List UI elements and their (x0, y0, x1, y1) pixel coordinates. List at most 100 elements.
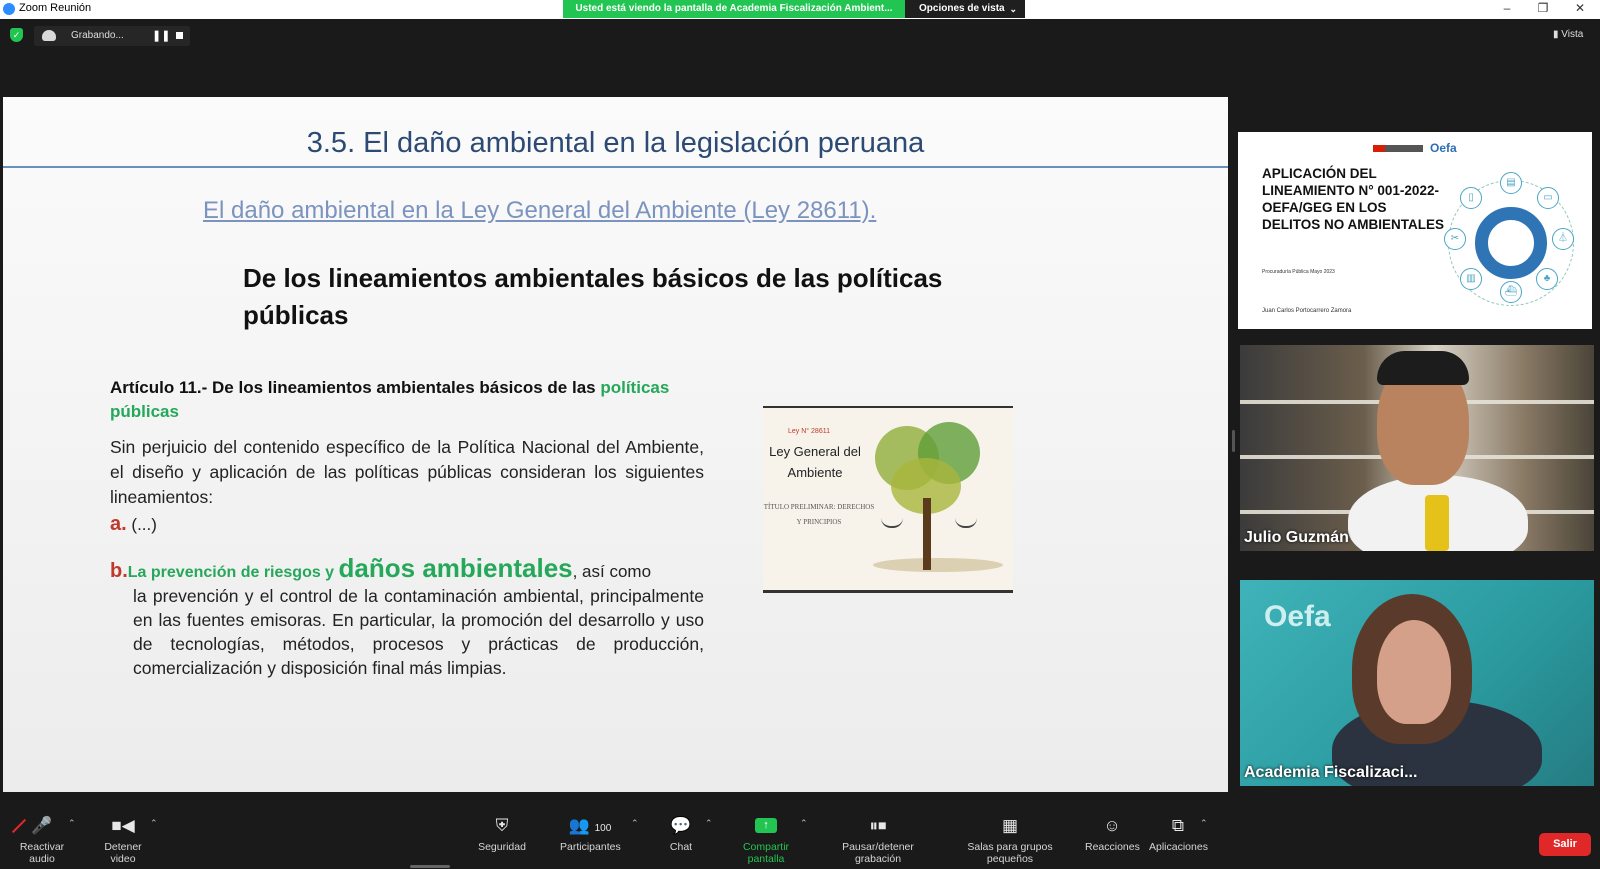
restore-button[interactable]: ❐ (1533, 1, 1553, 15)
law-title: Ley General del Ambiente (769, 444, 861, 480)
tower-icon: ⏃ (1552, 228, 1574, 250)
shield-icon: ⛨ (495, 816, 509, 835)
pause-recording-button[interactable]: ⏸⏹ Pausar/detener grabación (820, 816, 936, 865)
recording-indicator: Grabando... ❚❚ (34, 26, 190, 46)
tree-ground-shape (873, 558, 1003, 572)
share-screen-button[interactable]: ↑ Compartir pantalla (724, 816, 808, 865)
list-item-a: a. (...) (110, 513, 157, 536)
building-icon: ▤ (1500, 172, 1522, 194)
audio-options-chevron-icon[interactable]: ⌃ (68, 818, 76, 829)
slide-subtitle: El daño ambiental en la Ley General del … (203, 197, 877, 224)
article-title: Artículo 11.- De los lineamientos ambien… (110, 376, 710, 424)
deck-org: Procuraduría Pública Mayo 2023 (1262, 269, 1335, 275)
unmute-label: Reactivar audio (19, 841, 65, 865)
participants-icon: 👥 100 (568, 816, 612, 835)
item-b-letter: b. (110, 560, 128, 582)
security-button[interactable]: ⛨ Seguridad (478, 816, 526, 853)
tree-trunk-shape (923, 498, 931, 570)
breakout-rooms-label: Salas para grupos pequeños (967, 841, 1053, 865)
grid-icon: ▦ (1001, 816, 1019, 835)
apps-label: Aplicaciones (1149, 841, 1208, 853)
share-banner: Usted está viendo la pantalla de Academi… (563, 0, 905, 18)
list-item-b-body: la prevención y el control de la contami… (133, 586, 704, 678)
tools-icon: ✂ (1444, 228, 1466, 250)
reactions-button[interactable]: ☺ Reacciones (1085, 816, 1140, 853)
stop-video-label: Detener video (104, 841, 142, 865)
scale-pan-icon (881, 518, 903, 528)
peru-government-logo (1373, 145, 1423, 152)
view-button[interactable]: ▮ Vista (1553, 29, 1583, 40)
stop-video-button[interactable]: ■◀ Detener video (91, 816, 155, 865)
presentation-thumbnail[interactable]: Oefa APLICACIÓN DEL LINEAMIENTO N° 001-2… (1238, 132, 1592, 329)
chevron-down-icon: ⌄ (1009, 4, 1017, 14)
participants-button[interactable]: 👥 100 Participantes (560, 816, 621, 853)
law-book-cover-image: Ley N° 28611 Ley General del Ambiente TÍ… (763, 406, 1013, 593)
participants-options-chevron-icon[interactable]: ⌃ (631, 818, 639, 829)
shared-screen-slide: 3.5. El daño ambiental en la legislación… (3, 97, 1228, 792)
share-screen-label: Compartir pantalla (742, 841, 790, 865)
chat-label: Chat (669, 841, 693, 853)
leave-button[interactable]: Salir (1539, 833, 1591, 856)
reactions-label: Reacciones (1085, 841, 1140, 853)
pause-stop-icon: ⏸⏹ (869, 816, 887, 835)
item-a-text: (...) (131, 515, 157, 534)
share-options-chevron-icon[interactable]: ⌃ (800, 818, 808, 829)
video-camera-icon: ■◀ (111, 816, 135, 835)
breakout-rooms-button[interactable]: ▦ Salas para grupos pequeños (948, 816, 1072, 865)
factory-icon: ▥ (1460, 268, 1482, 290)
participant-name: Julio Guzmán (1244, 529, 1349, 546)
deck-title: APLICACIÓN DEL LINEAMIENTO N° 001-2022-O… (1262, 166, 1445, 232)
chat-button[interactable]: 💬 Chat (664, 816, 698, 853)
video-options-chevron-icon[interactable]: ⌃ (150, 818, 158, 829)
apps-icon: ⧉ (1171, 816, 1185, 835)
chat-options-chevron-icon[interactable]: ⌃ (705, 818, 713, 829)
slide-title: 3.5. El daño ambiental en la legislación… (306, 127, 925, 159)
unmute-button[interactable]: 🎤 Reactivar audio (8, 816, 76, 865)
person-tie-shape (1425, 495, 1449, 551)
slide-heading: De los lineamientos ambientales básicos … (243, 263, 943, 330)
deck-author: Juan Carlos Portocarrero Zamora (1262, 308, 1352, 314)
recording-label: Grabando... (71, 30, 124, 41)
view-options-button[interactable]: Opciones de vista ⌄ (905, 0, 1025, 18)
person-hair-shape (1377, 351, 1469, 385)
oefa-background-logo: Oefa (1264, 600, 1331, 633)
bottle-icon: ▯ (1460, 187, 1482, 209)
item-a-letter: a. (110, 513, 127, 535)
law-number: Ley N° 28611 (788, 428, 830, 435)
smiley-icon: ☺ (1103, 816, 1121, 835)
apps-button[interactable]: ⧉ Aplicaciones (1149, 816, 1208, 853)
oefa-logo-text: Oefa (1430, 141, 1457, 155)
item-b-emphasis: daños ambientales (338, 553, 573, 583)
scale-pan-icon (955, 518, 977, 528)
apps-options-chevron-icon[interactable]: ⌃ (1200, 818, 1208, 829)
article-intro: Sin perjuicio del contenido específico d… (110, 437, 704, 507)
minimize-button[interactable]: – (1497, 1, 1517, 15)
item-b-green: La prevención de riesgos y (127, 564, 339, 581)
window-title-bar: Zoom Reunión Usted está viendo la pantal… (0, 0, 1600, 19)
view-options-label: Opciones de vista (919, 3, 1005, 14)
list-item-b-heading: b.La prevención de riesgos y daños ambie… (110, 553, 704, 584)
close-button[interactable]: ✕ (1570, 1, 1590, 15)
panel-resize-handle[interactable] (1232, 430, 1235, 452)
stop-recording-icon[interactable] (176, 32, 183, 39)
participant-count: 100 (594, 823, 612, 834)
view-button-label: Vista (1561, 29, 1584, 40)
participants-label: Participantes (560, 841, 621, 853)
participant-video-tile[interactable]: Oefa Academia Fiscalizaci... (1240, 580, 1594, 786)
person-face-shape (1377, 620, 1451, 724)
zoom-app-icon (3, 3, 15, 15)
share-screen-arrow-icon: ↑ (755, 818, 777, 833)
chat-bubble-icon: 💬 (670, 816, 692, 835)
toolbar-scroll-indicator (410, 865, 450, 868)
pause-recording-icon[interactable]: ❚❚ (152, 29, 170, 42)
meeting-toolbar: 🎤 Reactivar audio ⌃ ■◀ Detener video ⌃ ⛨… (0, 806, 1600, 869)
encryption-shield-icon[interactable]: ✓ (10, 28, 23, 42)
microphone-muted-icon: 🎤 (8, 816, 76, 836)
security-label: Seguridad (478, 841, 526, 853)
ship-icon: ⛴ (1500, 281, 1522, 303)
participant-name: Academia Fiscalizaci... (1244, 764, 1418, 781)
slide-title-divider (3, 166, 1228, 168)
bus-icon: ▭ (1537, 187, 1559, 209)
law-subtitle: TÍTULO PRELIMINAR: DERECHOS Y PRINCIPIOS (763, 503, 875, 526)
participant-video-tile[interactable]: Julio Guzmán (1240, 345, 1594, 551)
